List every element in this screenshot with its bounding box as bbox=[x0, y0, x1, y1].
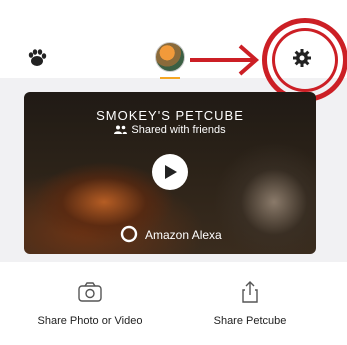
share-photo-video-label: Share Photo or Video bbox=[37, 315, 143, 327]
share-photo-video-button[interactable]: Share Photo or Video bbox=[15, 280, 165, 327]
camera-live-card[interactable]: SMOKEY'S PETCUBE Shared with friends Ama… bbox=[24, 92, 316, 254]
camera-icon bbox=[78, 282, 102, 302]
shared-status: Shared with friends bbox=[24, 124, 316, 136]
camera-title: SMOKEY'S PETCUBE bbox=[96, 108, 244, 123]
share-petcube-label: Share Petcube bbox=[213, 315, 287, 327]
people-icon bbox=[114, 125, 128, 134]
petcube-home-screen: SMOKEY'S PETCUBE Shared with friends Ama… bbox=[0, 0, 347, 345]
play-button[interactable] bbox=[152, 154, 188, 190]
annotation-highlight-circle bbox=[262, 18, 347, 102]
annotation-arrow bbox=[190, 44, 260, 76]
play-icon bbox=[165, 165, 177, 179]
share-actions: Share Photo or Video Share Petcube bbox=[0, 262, 347, 345]
pet-avatar[interactable] bbox=[155, 42, 185, 72]
top-bar bbox=[0, 0, 347, 102]
shared-label: Shared with friends bbox=[131, 124, 226, 136]
active-camera-indicator bbox=[160, 77, 180, 79]
alexa-ring-icon bbox=[120, 225, 138, 243]
alexa-label: Amazon Alexa bbox=[145, 228, 222, 242]
share-upload-icon bbox=[242, 281, 258, 303]
share-petcube-button[interactable]: Share Petcube bbox=[175, 280, 325, 327]
paw-icon[interactable] bbox=[26, 48, 48, 68]
